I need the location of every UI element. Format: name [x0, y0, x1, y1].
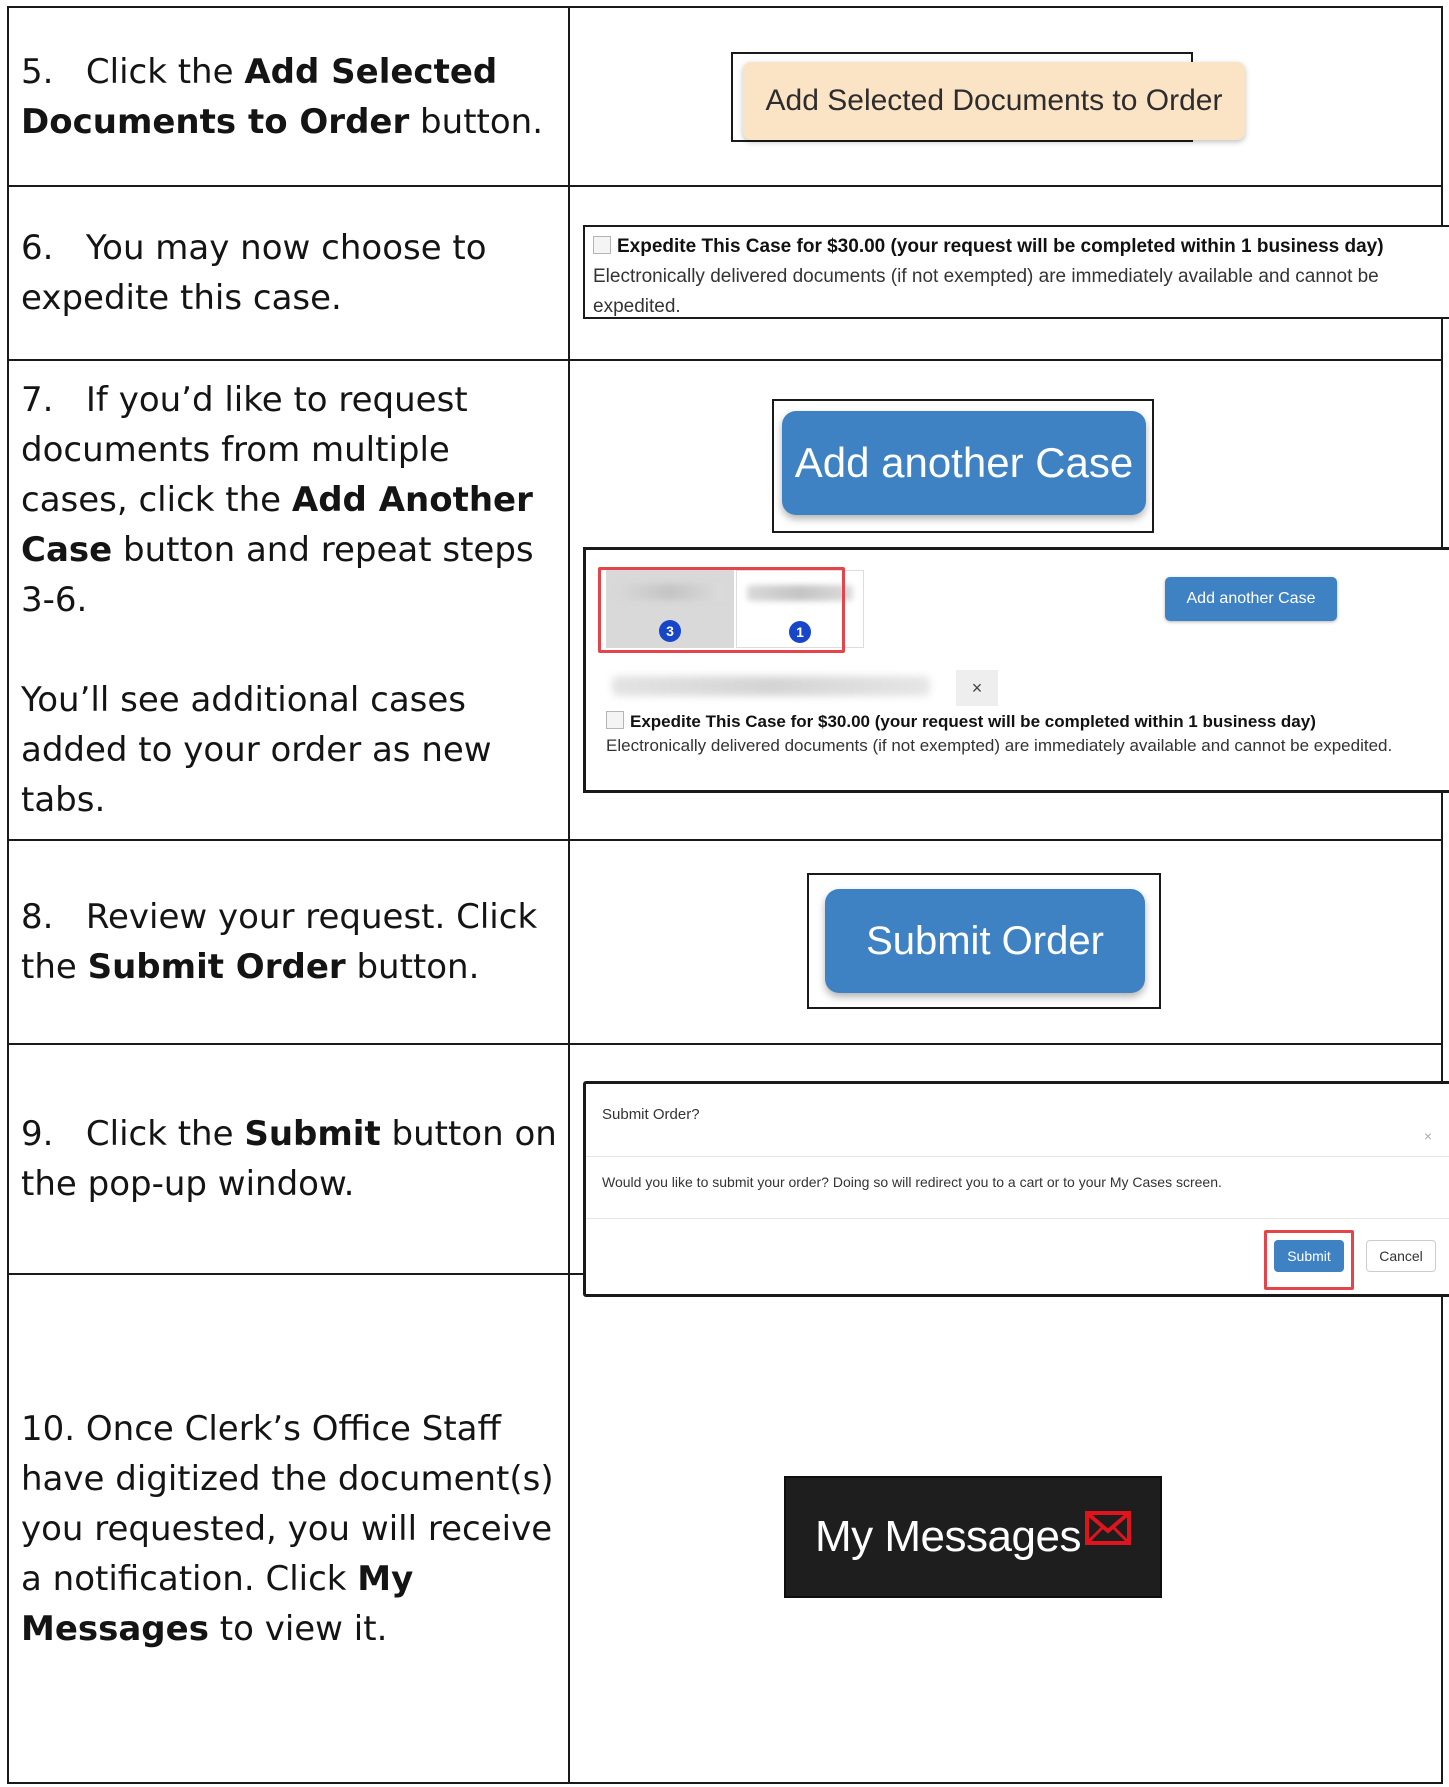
step-6-image-cell: Expedite This Case for $30.00 (your requ…: [568, 185, 1449, 361]
step-5-image-cell: Add Selected Documents to Order: [568, 6, 1443, 187]
step-text-pre: Click the: [85, 1114, 245, 1154]
step-text-para2: You’ll see additional cases added to you…: [21, 680, 492, 820]
modal-close-icon[interactable]: ×: [1424, 1128, 1432, 1144]
step-row-9: 9. Click the Submit button on the pop-up…: [7, 1043, 1449, 1297]
my-messages-button[interactable]: My Messages: [784, 1476, 1162, 1598]
add-another-case-small-button[interactable]: Add another Case: [1165, 577, 1337, 621]
step-number: 6.: [21, 228, 54, 268]
step-text: You may now choose to expedite this case…: [21, 228, 487, 318]
step-row-5: 5. Click the Add Selected Documents to O…: [7, 6, 1443, 187]
my-messages-label: My Messages: [815, 1512, 1081, 1561]
screenshot-submit-order: Submit Order: [807, 873, 1161, 1009]
step-number: 10.: [21, 1408, 76, 1449]
step-text-bold: Submit: [244, 1114, 381, 1154]
expedite-checkbox[interactable]: [606, 711, 624, 729]
step-8-text: 8. Review your request. Click the Submit…: [7, 839, 570, 1045]
expedite-note: Electronically delivered documents (if n…: [606, 736, 1393, 755]
step-text-bold: Submit Order: [87, 947, 346, 987]
add-another-case-button[interactable]: Add another Case: [782, 411, 1146, 515]
step-number: 8.: [21, 897, 54, 937]
submit-order-button[interactable]: Submit Order: [825, 889, 1145, 993]
step-7-image-cell: Add another Case 3 1 Add another Case ×: [568, 359, 1449, 841]
step-10-text: 10. Once Clerk’s Office Staff have digit…: [7, 1273, 570, 1784]
envelope-icon: [1084, 1511, 1131, 1545]
step-text-pre: Click the: [85, 51, 245, 92]
step-text-post: to view it.: [208, 1608, 388, 1649]
modal-title: Submit Order?: [602, 1106, 700, 1123]
step-number: 5.: [21, 51, 54, 92]
step-7-text: 7. If you’d like to request documents fr…: [7, 359, 570, 841]
close-case-icon[interactable]: ×: [956, 670, 998, 706]
step-9-image-cell: Submit Order? × Would you like to submit…: [568, 1043, 1449, 1297]
step-row-7: 7. If you’d like to request documents fr…: [7, 359, 1449, 841]
add-selected-documents-button[interactable]: Add Selected Documents to Order: [743, 62, 1245, 140]
step-8-image-cell: Submit Order: [568, 839, 1443, 1045]
instructions-table: 5. Click the Add Selected Documents to O…: [7, 6, 1449, 1784]
cancel-button[interactable]: Cancel: [1366, 1240, 1436, 1272]
step-5-text: 5. Click the Add Selected Documents to O…: [7, 6, 570, 187]
screenshot-add-selected: Add Selected Documents to Order: [731, 52, 1245, 142]
step-row-10: 10. Once Clerk’s Office Staff have digit…: [7, 1273, 1443, 1784]
screenshot-case-tabs: 3 1 Add another Case × Expedite This Cas…: [583, 547, 1449, 793]
step-row-6: 6. You may now choose to expedite this c…: [7, 185, 1449, 361]
step-text-post: button.: [409, 101, 544, 142]
submit-order-modal: Submit Order? × Would you like to submit…: [583, 1081, 1449, 1297]
divider: [586, 1156, 1449, 1157]
modal-body: Would you like to submit your order? Doi…: [602, 1174, 1222, 1190]
step-text-pre: Once Clerk’s Office Staff have digitized…: [21, 1408, 554, 1599]
screenshot-add-another-case: Add another Case: [772, 399, 1154, 533]
expedite-label: Expedite This Case for $30.00 (your requ…: [630, 712, 1316, 731]
divider: [586, 1218, 1449, 1219]
step-6-text: 6. You may now choose to expedite this c…: [7, 185, 570, 361]
case-title-blurred: [612, 676, 930, 696]
step-text-post: button.: [345, 947, 480, 987]
step-9-text: 9. Click the Submit button on the pop-up…: [7, 1043, 570, 1275]
step-row-8: 8. Review your request. Click the Submit…: [7, 839, 1443, 1045]
highlight-box: [598, 567, 845, 653]
submit-button[interactable]: Submit: [1274, 1240, 1344, 1272]
screenshot-expedite: Expedite This Case for $30.00 (your requ…: [583, 225, 1449, 319]
step-number: 9.: [21, 1114, 54, 1154]
expedite-label: Expedite This Case for $30.00 (your requ…: [617, 236, 1384, 257]
expedite-note: Electronically delivered documents (if n…: [593, 266, 1379, 317]
step-10-image-cell: My Messages: [568, 1273, 1443, 1784]
expedite-checkbox[interactable]: [593, 236, 611, 254]
step-number: 7.: [21, 380, 54, 420]
